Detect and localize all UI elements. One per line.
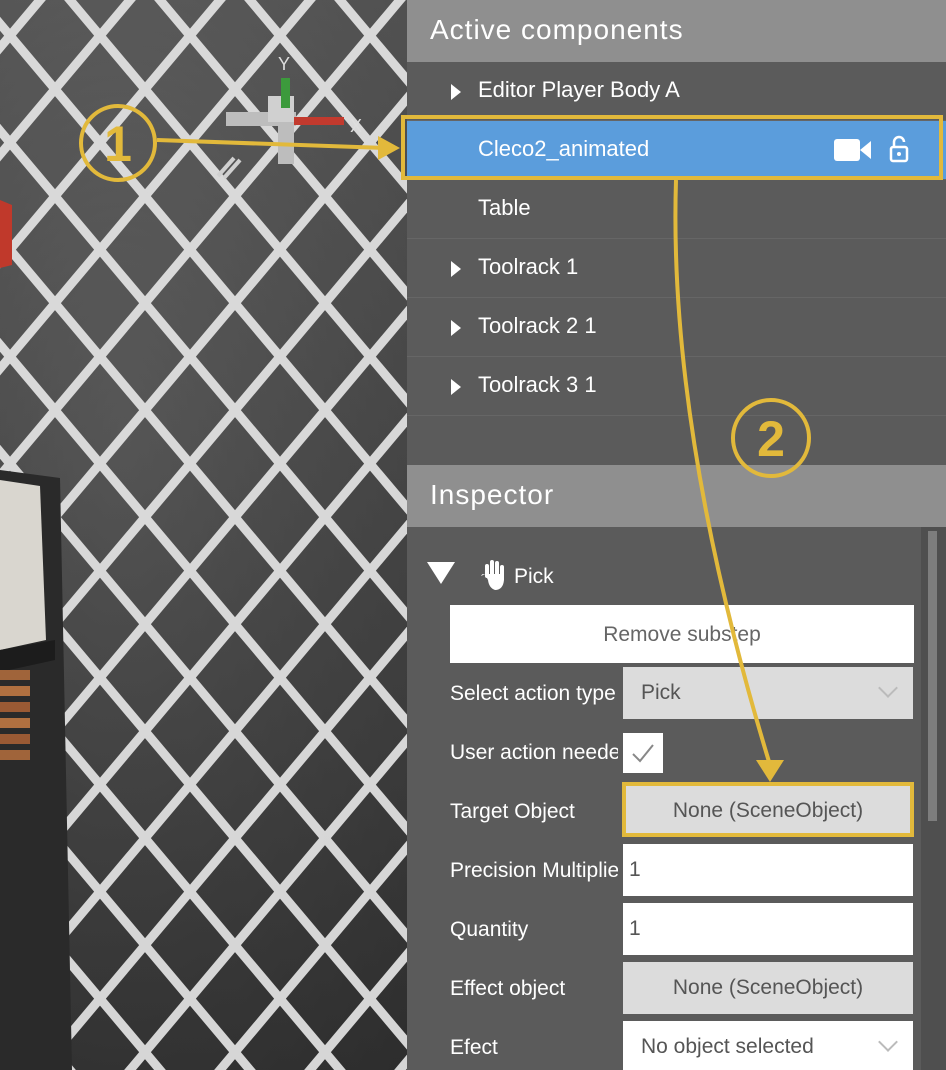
hierarchy-title: Active components	[430, 14, 684, 45]
camera-icon[interactable]	[834, 137, 872, 163]
effect-dropdown[interactable]: No object selected	[623, 1021, 913, 1070]
quantity-input[interactable]: 1	[623, 903, 913, 955]
precision-value: 1	[629, 858, 641, 881]
remove-substep-label: Remove substep	[603, 623, 761, 646]
inspector-scrollbar[interactable]	[921, 527, 946, 1070]
action-type-label: Select action type	[450, 682, 616, 705]
hierarchy-item-label: Toolrack 3 1	[478, 372, 597, 397]
checkmark-icon	[632, 744, 654, 763]
user-action-label: User action needed	[450, 741, 618, 764]
effect-label: Efect	[450, 1036, 498, 1059]
effect-object-value: None (SceneObject)	[672, 976, 864, 999]
quantity-value: 1	[629, 917, 641, 940]
right-panel: Active components Editor Player Body A C…	[407, 0, 946, 1070]
table-object[interactable]	[0, 470, 72, 1070]
hierarchy-item-cleco2-animated[interactable]: Cleco2_animated	[407, 121, 946, 180]
target-object-value: None (SceneObject)	[672, 799, 864, 822]
user-action-checkbox[interactable]	[623, 733, 663, 773]
collapse-arrow-icon[interactable]	[427, 562, 455, 584]
hierarchy-item-toolrack-2-1[interactable]: Toolrack 2 1	[407, 298, 946, 357]
chevron-down-icon	[878, 678, 898, 698]
hierarchy-item-label: Editor Player Body A	[478, 77, 680, 102]
red-object[interactable]	[0, 200, 12, 268]
target-object-field[interactable]: None (SceneObject)	[623, 785, 913, 837]
effect-value: No object selected	[641, 1035, 814, 1058]
quantity-label: Quantity	[450, 918, 529, 941]
remove-substep-button[interactable]: Remove substep	[450, 605, 914, 663]
expand-arrow-icon[interactable]	[451, 84, 461, 100]
hierarchy-item-label: Toolrack 2 1	[478, 313, 597, 338]
scene-viewport[interactable]: X Y	[0, 0, 407, 1070]
expand-arrow-icon[interactable]	[451, 379, 461, 395]
substep-title: Pick	[514, 565, 554, 588]
hierarchy-item-label: Cleco2_animated	[478, 136, 650, 161]
hierarchy-item-label: Table	[478, 195, 531, 220]
gizmo-y-label: Y	[278, 54, 290, 74]
target-object-label: Target Object	[450, 800, 575, 823]
hierarchy-item-label: Toolrack 1	[478, 254, 579, 279]
effect-object-field[interactable]: None (SceneObject)	[623, 962, 913, 1014]
gizmo-x-label: X	[350, 116, 362, 136]
action-type-dropdown[interactable]: Pick	[623, 667, 913, 719]
action-type-value: Pick	[641, 681, 681, 704]
hand-pick-icon	[481, 560, 504, 590]
chevron-down-icon	[878, 1032, 898, 1052]
effect-object-label: Effect object	[450, 977, 566, 1000]
inspector-title: Inspector	[430, 479, 555, 510]
precision-label: Precision Multiplier	[450, 859, 618, 882]
scrollbar-thumb[interactable]	[928, 531, 937, 821]
inspector-header: Inspector	[407, 465, 946, 527]
hierarchy-item-toolrack-1[interactable]: Toolrack 1	[407, 239, 946, 298]
floor-grid: X Y	[0, 0, 407, 1070]
hierarchy-header: Active components	[407, 0, 946, 62]
expand-arrow-icon[interactable]	[451, 261, 461, 277]
lock-open-icon[interactable]	[889, 135, 909, 163]
hierarchy-item-editor-player-body[interactable]: Editor Player Body A	[407, 62, 946, 121]
precision-input[interactable]: 1	[623, 844, 913, 896]
hierarchy-item-toolrack-3-1[interactable]: Toolrack 3 1	[407, 357, 946, 416]
expand-arrow-icon[interactable]	[451, 320, 461, 336]
hierarchy-item-table[interactable]: Table	[407, 180, 946, 239]
